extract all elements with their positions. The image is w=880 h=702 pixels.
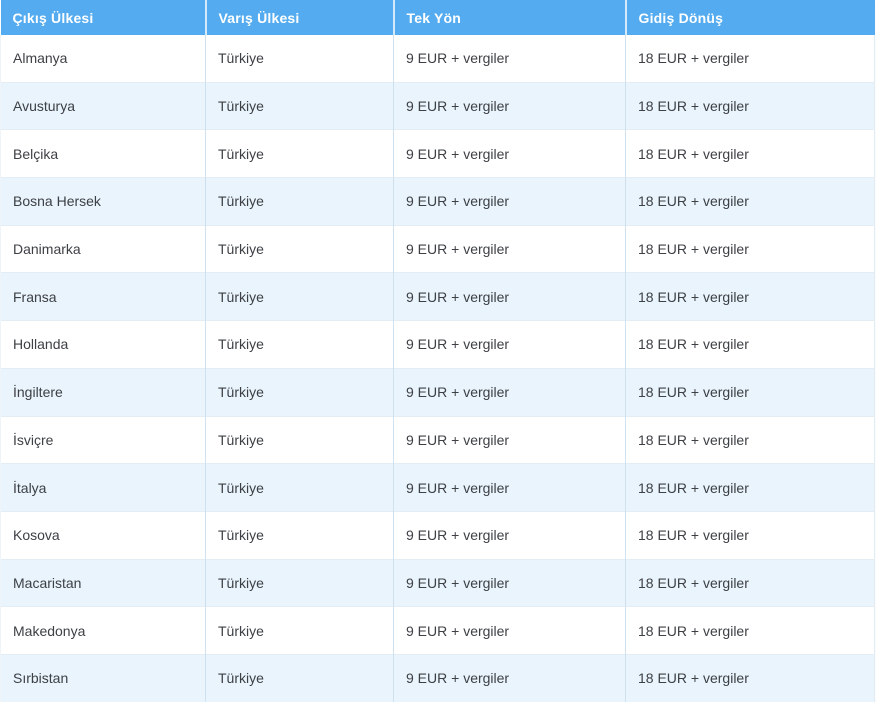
departure-country-cell: İtalya <box>1 464 206 512</box>
table-header-row: Çıkış Ülkesi Varış Ülkesi Tek Yön Gidiş … <box>1 0 875 35</box>
arrival-country-cell: Türkiye <box>206 178 394 226</box>
round-trip-price-cell: 18 EUR + vergiler <box>626 178 875 226</box>
table-row: Sırbistan Türkiye 9 EUR + vergiler 18 EU… <box>1 654 875 701</box>
one-way-price-cell: 9 EUR + vergiler <box>394 464 626 512</box>
round-trip-price-cell: 18 EUR + vergiler <box>626 130 875 178</box>
departure-country-cell: Fransa <box>1 273 206 321</box>
one-way-price-cell: 9 EUR + vergiler <box>394 559 626 607</box>
column-header-one-way: Tek Yön <box>394 0 626 35</box>
arrival-country-cell: Türkiye <box>206 130 394 178</box>
arrival-country-cell: Türkiye <box>206 368 394 416</box>
table-row: Almanya Türkiye 9 EUR + vergiler 18 EUR … <box>1 35 875 82</box>
one-way-price-cell: 9 EUR + vergiler <box>394 511 626 559</box>
departure-country-cell: Danimarka <box>1 225 206 273</box>
arrival-country-cell: Türkiye <box>206 607 394 655</box>
round-trip-price-cell: 18 EUR + vergiler <box>626 82 875 130</box>
arrival-country-cell: Türkiye <box>206 559 394 607</box>
arrival-country-cell: Türkiye <box>206 511 394 559</box>
table-row: Fransa Türkiye 9 EUR + vergiler 18 EUR +… <box>1 273 875 321</box>
table-row: Belçika Türkiye 9 EUR + vergiler 18 EUR … <box>1 130 875 178</box>
table-row: Avusturya Türkiye 9 EUR + vergiler 18 EU… <box>1 82 875 130</box>
round-trip-price-cell: 18 EUR + vergiler <box>626 559 875 607</box>
arrival-country-cell: Türkiye <box>206 82 394 130</box>
arrival-country-cell: Türkiye <box>206 464 394 512</box>
one-way-price-cell: 9 EUR + vergiler <box>394 654 626 701</box>
round-trip-price-cell: 18 EUR + vergiler <box>626 464 875 512</box>
departure-country-cell: Bosna Hersek <box>1 178 206 226</box>
one-way-price-cell: 9 EUR + vergiler <box>394 178 626 226</box>
table-row: İtalya Türkiye 9 EUR + vergiler 18 EUR +… <box>1 464 875 512</box>
one-way-price-cell: 9 EUR + vergiler <box>394 130 626 178</box>
table-header: Çıkış Ülkesi Varış Ülkesi Tek Yön Gidiş … <box>1 0 875 35</box>
table-row: Makedonya Türkiye 9 EUR + vergiler 18 EU… <box>1 607 875 655</box>
departure-country-cell: Almanya <box>1 35 206 82</box>
arrival-country-cell: Türkiye <box>206 273 394 321</box>
departure-country-cell: İngiltere <box>1 368 206 416</box>
arrival-country-cell: Türkiye <box>206 225 394 273</box>
departure-country-cell: Hollanda <box>1 321 206 369</box>
arrival-country-cell: Türkiye <box>206 35 394 82</box>
one-way-price-cell: 9 EUR + vergiler <box>394 35 626 82</box>
one-way-price-cell: 9 EUR + vergiler <box>394 225 626 273</box>
price-table-container: Çıkış Ülkesi Varış Ülkesi Tek Yön Gidiş … <box>0 0 874 702</box>
round-trip-price-cell: 18 EUR + vergiler <box>626 225 875 273</box>
arrival-country-cell: Türkiye <box>206 321 394 369</box>
one-way-price-cell: 9 EUR + vergiler <box>394 607 626 655</box>
table-row: Hollanda Türkiye 9 EUR + vergiler 18 EUR… <box>1 321 875 369</box>
price-table: Çıkış Ülkesi Varış Ülkesi Tek Yön Gidiş … <box>0 0 875 702</box>
table-row: İngiltere Türkiye 9 EUR + vergiler 18 EU… <box>1 368 875 416</box>
departure-country-cell: Kosova <box>1 511 206 559</box>
departure-country-cell: Avusturya <box>1 82 206 130</box>
round-trip-price-cell: 18 EUR + vergiler <box>626 35 875 82</box>
round-trip-price-cell: 18 EUR + vergiler <box>626 368 875 416</box>
round-trip-price-cell: 18 EUR + vergiler <box>626 607 875 655</box>
one-way-price-cell: 9 EUR + vergiler <box>394 368 626 416</box>
column-header-round-trip: Gidiş Dönüş <box>626 0 875 35</box>
round-trip-price-cell: 18 EUR + vergiler <box>626 321 875 369</box>
round-trip-price-cell: 18 EUR + vergiler <box>626 416 875 464</box>
arrival-country-cell: Türkiye <box>206 654 394 701</box>
table-row: Macaristan Türkiye 9 EUR + vergiler 18 E… <box>1 559 875 607</box>
table-row: İsviçre Türkiye 9 EUR + vergiler 18 EUR … <box>1 416 875 464</box>
table-row: Kosova Türkiye 9 EUR + vergiler 18 EUR +… <box>1 511 875 559</box>
column-header-departure-country: Çıkış Ülkesi <box>1 0 206 35</box>
column-header-arrival-country: Varış Ülkesi <box>206 0 394 35</box>
departure-country-cell: Macaristan <box>1 559 206 607</box>
departure-country-cell: Makedonya <box>1 607 206 655</box>
round-trip-price-cell: 18 EUR + vergiler <box>626 273 875 321</box>
departure-country-cell: Belçika <box>1 130 206 178</box>
table-body: Almanya Türkiye 9 EUR + vergiler 18 EUR … <box>1 35 875 702</box>
one-way-price-cell: 9 EUR + vergiler <box>394 416 626 464</box>
round-trip-price-cell: 18 EUR + vergiler <box>626 511 875 559</box>
one-way-price-cell: 9 EUR + vergiler <box>394 273 626 321</box>
departure-country-cell: Sırbistan <box>1 654 206 701</box>
departure-country-cell: İsviçre <box>1 416 206 464</box>
round-trip-price-cell: 18 EUR + vergiler <box>626 654 875 701</box>
table-row: Danimarka Türkiye 9 EUR + vergiler 18 EU… <box>1 225 875 273</box>
table-row: Bosna Hersek Türkiye 9 EUR + vergiler 18… <box>1 178 875 226</box>
one-way-price-cell: 9 EUR + vergiler <box>394 82 626 130</box>
arrival-country-cell: Türkiye <box>206 416 394 464</box>
one-way-price-cell: 9 EUR + vergiler <box>394 321 626 369</box>
